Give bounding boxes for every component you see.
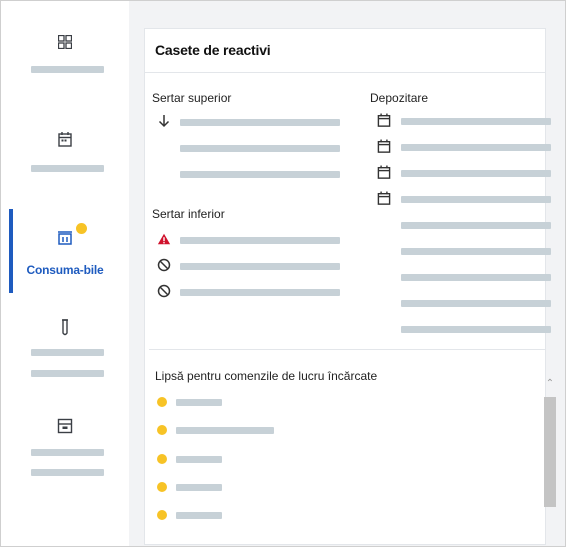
sidebar-item-consumables[interactable] — [1, 209, 129, 293]
upper-drawer-row[interactable] — [180, 119, 340, 126]
sidebar-item-label-placeholder — [31, 370, 104, 377]
storage-row[interactable] — [401, 248, 551, 255]
divider — [145, 72, 545, 73]
status-dot — [157, 425, 167, 435]
status-dot — [157, 482, 167, 492]
blocked-icon — [157, 258, 171, 272]
status-dot — [157, 510, 167, 520]
sidebar-item-label-placeholder — [31, 165, 104, 172]
lower-drawer-title: Sertar inferior — [152, 207, 225, 221]
lower-drawer-row[interactable] — [180, 289, 340, 296]
storage-row[interactable] — [401, 274, 551, 281]
sidebar-item-label-placeholder — [31, 66, 104, 73]
sidebar-item-label-placeholder — [31, 469, 104, 476]
grid-icon — [58, 35, 72, 49]
sidebar-item-schedule[interactable] — [1, 111, 129, 191]
upper-drawer-title: Sertar superior — [152, 91, 232, 105]
storage-row[interactable] — [401, 118, 551, 125]
storage-row[interactable] — [401, 300, 551, 307]
storage-title: Depozitare — [370, 91, 429, 105]
lower-drawer-row[interactable] — [180, 237, 340, 244]
missing-items-panel[interactable]: Lipsă pentru comenzile de lucru încărcat… — [145, 350, 556, 544]
missing-item-row[interactable] — [176, 399, 222, 406]
calendar-icon — [377, 191, 391, 205]
calendar-icon — [58, 132, 72, 147]
storage-row[interactable] — [401, 326, 551, 333]
upper-drawer-row[interactable] — [180, 171, 340, 178]
storage-box-icon — [57, 418, 73, 434]
storage-row[interactable] — [401, 170, 551, 177]
scroll-up-arrow[interactable]: ⌃ — [544, 378, 556, 390]
reagent-cassettes-card: Casete de reactivi Sertar superior Serta… — [144, 28, 556, 545]
calendar-icon — [377, 165, 391, 179]
calendar-icon — [377, 139, 391, 153]
missing-item-row[interactable] — [176, 484, 222, 491]
consumables-icon — [58, 231, 72, 245]
scrollbar-thumb[interactable] — [544, 397, 556, 507]
storage-row[interactable] — [401, 196, 551, 203]
status-dot — [157, 454, 167, 464]
arrow-down-icon — [158, 115, 170, 128]
blocked-icon — [157, 284, 171, 298]
notification-badge — [76, 223, 87, 234]
missing-item-row[interactable] — [176, 456, 222, 463]
sidebar-item-samples[interactable] — [1, 309, 129, 381]
missing-item-row[interactable] — [176, 512, 222, 519]
sidebar-item-label-placeholder — [31, 349, 104, 356]
card-title: Casete de reactivi — [155, 42, 271, 58]
sidebar-item-label-placeholder — [31, 449, 104, 456]
lower-drawer-row[interactable] — [180, 263, 340, 270]
status-dot — [157, 397, 167, 407]
upper-drawer-row[interactable] — [180, 145, 340, 152]
missing-item-row[interactable] — [176, 427, 274, 434]
calendar-icon — [377, 113, 391, 127]
warning-icon — [157, 233, 171, 245]
sidebar-item-storage[interactable] — [1, 401, 129, 481]
missing-items-title: Lipsă pentru comenzile de lucru încărcat… — [155, 369, 378, 383]
storage-row[interactable] — [401, 222, 551, 229]
sidebar-item-overview[interactable] — [1, 1, 129, 101]
sidebar-item-label: Consuma-bile — [26, 263, 104, 277]
app-frame: Consuma-bile Casete de reactivi Sertar s… — [0, 0, 566, 547]
storage-row[interactable] — [401, 144, 551, 151]
sidebar: Consuma-bile — [1, 1, 129, 546]
test-tube-icon — [62, 319, 68, 336]
